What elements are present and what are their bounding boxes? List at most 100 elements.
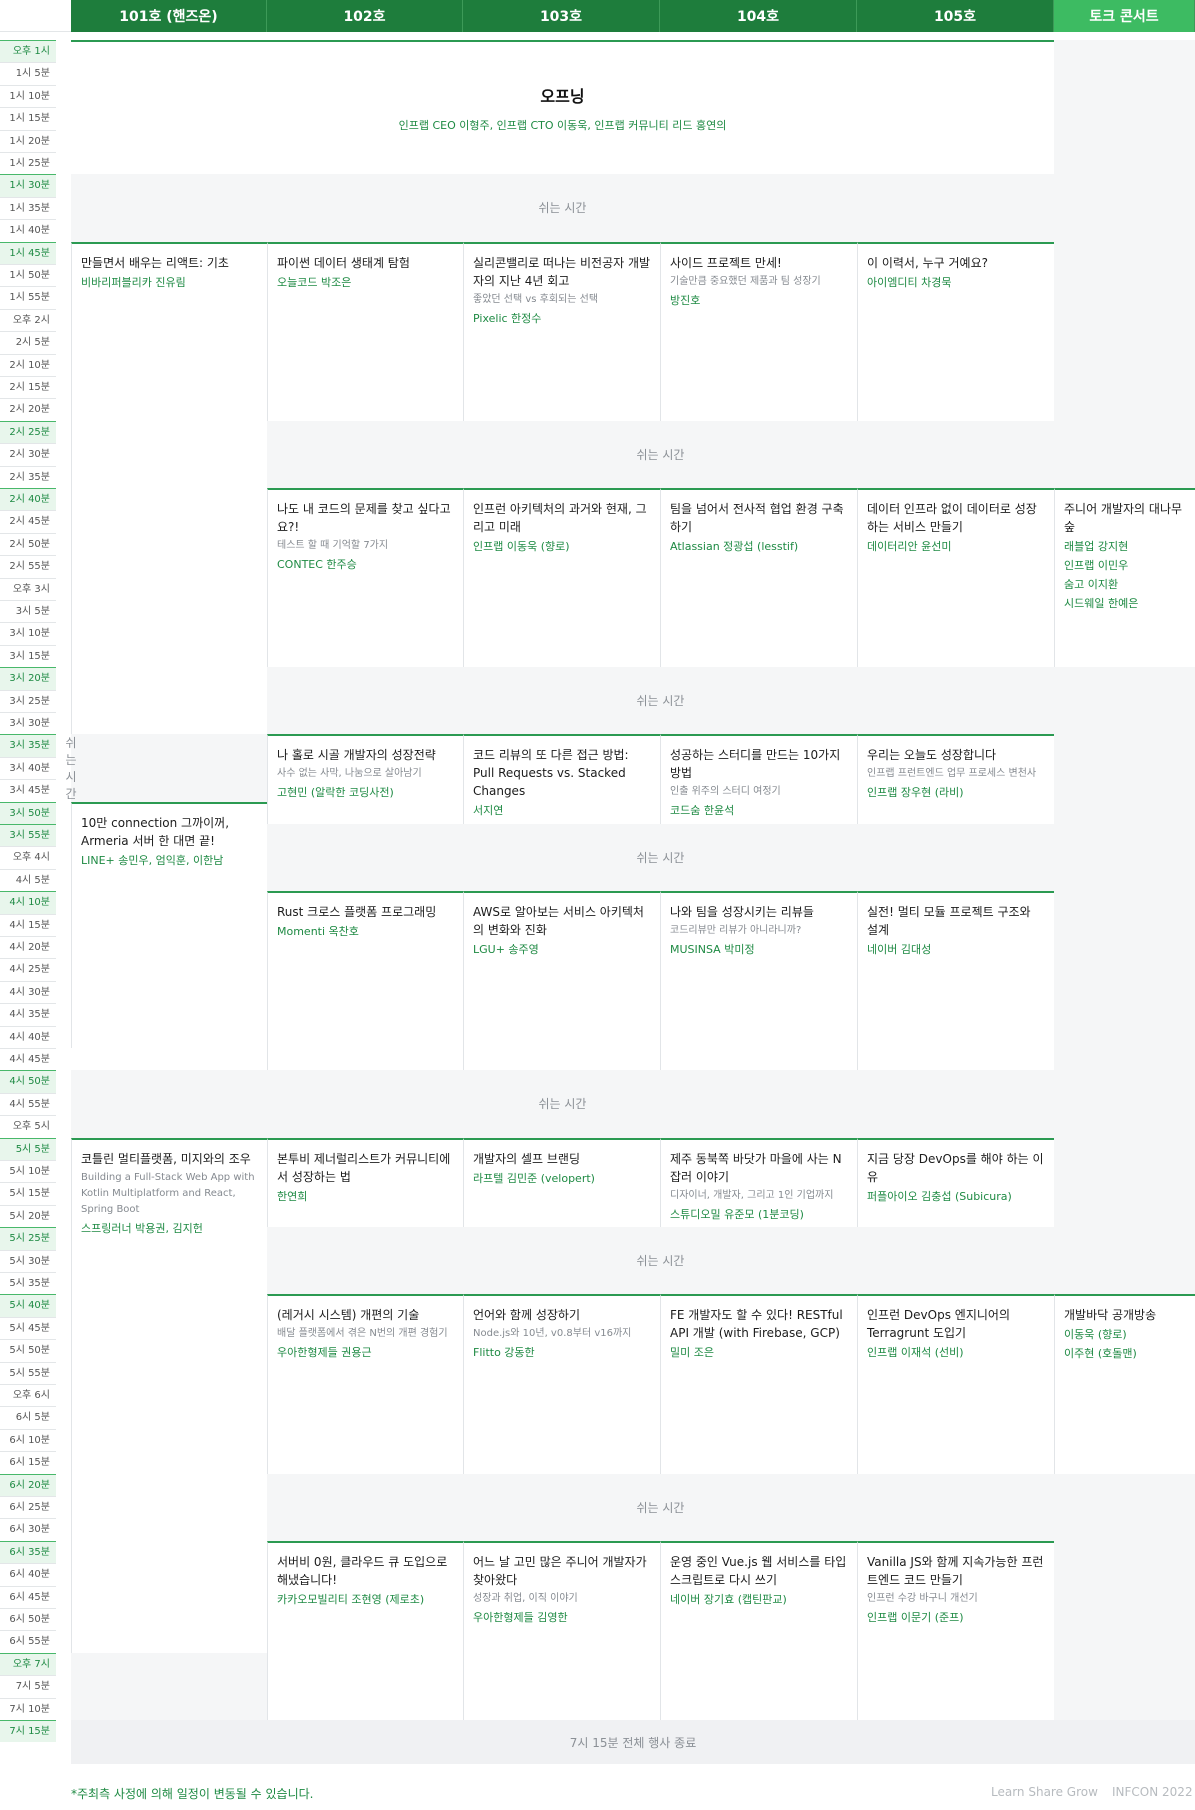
session-speaker: 시드웨일 한예은 (1064, 597, 1139, 610)
session-card[interactable]: 실전! 멀티 모듈 프로젝트 구조와 설계 네이버 김대성 (857, 891, 1054, 1071)
session-card[interactable]: 나 홀로 시골 개발자의 성장전략 사수 없는 사막, 나눔으로 살아남기 고현민 … (267, 734, 463, 824)
session-title: Rust 크로스 플랫폼 프로그래밍 (277, 905, 437, 920)
session-card[interactable]: 주니어 개발자의 대나무숲 래블업 강지현 인프랩 이민우 숨고 이지환 시드웨일 한예… (1054, 488, 1195, 668)
session-card[interactable]: 파이썬 데이터 생태계 탐험 오늘코드 박조은 (267, 241, 463, 421)
time-label: 3시 30분 (0, 712, 56, 734)
time-label: 1시 30분 (0, 174, 56, 197)
session-card[interactable]: (레거시 시스템) 개편의 기술 배달 플랫폼에서 겪은 N번의 개편 경험기 우아… (267, 1294, 463, 1474)
session-card[interactable]: 개발자의 셀프 브랜딩 라프텔 김민준 (velopert) (463, 1137, 660, 1228)
time-label: 6시 15분 (0, 1451, 56, 1473)
time-label: 6시 55분 (0, 1630, 56, 1652)
session-card[interactable]: 언어와 함께 성장하기 Node.js와 10년, v0.8부터 v16까지 Fli… (463, 1294, 660, 1474)
session-card[interactable]: 성공하는 스터디를 만드는 10가지 방법 인출 위주의 스터디 여정기 코드숨 한… (660, 734, 857, 824)
header-corner (0, 0, 71, 32)
session-title: FE 개발자도 할 수 있다! RESTful API 개발 (with Fir… (670, 1308, 843, 1341)
time-label: 4시 30분 (0, 980, 56, 1003)
opening-session[interactable]: 오프닝 인프랩 CEO 이형주, 인프랩 CTO 이동욱, 인프랩 커뮤니티 리… (71, 40, 1054, 173)
break-slot: 쉬는 시간 (267, 1227, 1054, 1295)
time-label: 2시 40분 (0, 488, 56, 511)
session-card[interactable]: 운영 중인 Vue.js 웹 서비스를 타입스크립트로 다시 쓰기 네이버 장기효… (660, 1540, 857, 1720)
time-label: 3시 55분 (0, 824, 56, 847)
session-speaker: Momenti 옥찬호 (277, 925, 359, 939)
time-label: 7시 5분 (0, 1675, 56, 1697)
session-title: 이 이력서, 누구 거예요? (867, 255, 988, 270)
session-title: (레거시 시스템) 개편의 기술 (277, 1308, 420, 1323)
time-label: 3시 20분 (0, 667, 56, 690)
session-card[interactable]: 나와 팀을 성장시키는 리뷰들 코드리뷰만 리뷰가 아니라니까? MUSINSA 박… (660, 891, 857, 1071)
session-title: 지금 당장 DevOps를 해야 하는 이유 (867, 1151, 1044, 1184)
session-title: 나와 팀을 성장시키는 리뷰들 (670, 905, 814, 920)
time-label: 1시 20분 (0, 129, 56, 152)
time-label: 5시 55분 (0, 1361, 56, 1384)
time-label: 오후 5시 (0, 1115, 56, 1137)
time-label: 3시 25분 (0, 689, 56, 712)
session-card[interactable]: 팀을 넘어서 전사적 협업 환경 구축하기 Atlassian 정광섭 (less… (660, 488, 857, 668)
session-title: 코틀린 멀티플랫폼, 미지와의 조우 (81, 1151, 251, 1166)
session-speaker: 이주현 (호돌맨) (1064, 1347, 1137, 1361)
session-card[interactable]: 개발바닥 공개방송이동욱 (향로) 이주현 (호돌맨) (1054, 1294, 1195, 1474)
time-label: 7시 10분 (0, 1697, 56, 1720)
session-card[interactable]: AWS로 알아보는 서비스 아키텍처의 변화와 진화 LGU+ 송주영 (463, 891, 660, 1071)
session-card[interactable]: 나도 내 코드의 문제를 찾고 싶다고요?! 테스트 할 때 기억할 7가지 CON… (267, 488, 463, 668)
session-card[interactable]: 서버비 0원, 클라우드 큐 도입으로 해냈습니다! 카카오모빌리티 조현영 (제… (267, 1540, 463, 1720)
time-label: 6시 30분 (0, 1518, 56, 1540)
session-card[interactable]: Rust 크로스 플랫폼 프로그래밍 Momenti 옥찬호 (267, 891, 463, 1071)
time-label: 3시 5분 (0, 600, 56, 622)
time-label: 7시 15분 (0, 1720, 56, 1743)
break-slot: 쉬는 시간 (267, 824, 1054, 892)
time-label: 오후 1시 (0, 40, 56, 63)
session-title: 개발바닥 공개방송 (1064, 1308, 1157, 1323)
session-card[interactable]: Vanilla JS와 함께 지속가능한 프런트엔드 코드 만들기 인프런 수강 … (857, 1540, 1054, 1720)
time-label: 3시 40분 (0, 756, 56, 779)
session-card[interactable]: 제주 동북쪽 바닷가 마을에 사는 N잡러 이야기 디자이너, 개발자, 그리고 … (660, 1137, 857, 1228)
session-title: 나 홀로 시골 개발자의 성장전략 (277, 748, 436, 763)
session-title: 우리는 오늘도 성장합니다 (867, 748, 997, 763)
session-speaker: MUSINSA 박미정 (670, 943, 755, 957)
session-card[interactable]: 10만 connection 그까이꺼, Armeria 서버 한 대면 끝! L… (71, 801, 267, 1048)
session-card[interactable]: 만들면서 배우는 리액트: 기초 비바리퍼블리카 진유림 (71, 241, 267, 735)
session-speaker: Flitto 강동한 (473, 1346, 535, 1360)
session-card[interactable]: 데이터 인프라 없이 데이터로 성장하는 서비스 만들기 데이터리안 윤선미 (857, 488, 1054, 668)
session-title: 인프런 DevOps 엔지니어의 Terragrunt 도입기 (867, 1308, 1010, 1341)
session-speaker: 오늘코드 박조은 (277, 275, 352, 289)
time-label: 3시 45분 (0, 779, 56, 801)
session-card[interactable]: 우리는 오늘도 성장합니다 인프랩 프런트엔드 업무 프로세스 변천사 인프랩 장우… (857, 734, 1054, 824)
session-title: 어느 날 고민 많은 주니어 개발자가 찾아왔다 (473, 1554, 647, 1587)
session-card[interactable]: 이 이력서, 누구 거예요? 아이엠디티 차경묵 (857, 241, 1054, 421)
session-card[interactable]: 지금 당장 DevOps를 해야 하는 이유퍼플아이오 김충섭 (Subicur… (857, 1137, 1054, 1228)
session-card[interactable]: FE 개발자도 할 수 있다! RESTful API 개발 (with Fir… (660, 1294, 857, 1474)
session-card[interactable]: 본투비 제너럴리스트가 커뮤니티에서 성장하는 법 한연희 (267, 1137, 463, 1228)
session-card[interactable]: 실리콘밸리로 떠나는 비전공자 개발자의 지난 4년 회고 좋았던 선택 vs 후… (463, 241, 660, 421)
time-label: 5시 50분 (0, 1339, 56, 1361)
time-label: 1시 5분 (0, 62, 56, 84)
session-card[interactable]: 코드 리뷰의 또 다른 접근 방법: Pull Requests vs. Sta… (463, 734, 660, 824)
session-card[interactable]: 어느 날 고민 많은 주니어 개발자가 찾아왔다 성장과 취업, 이직 이야기 우아… (463, 1540, 660, 1720)
session-card[interactable]: 코틀린 멀티플랫폼, 미지와의 조우 Building a Full-Stack … (71, 1137, 267, 1653)
footer-event-name: INFCON 2022 (1112, 1785, 1193, 1799)
time-label: 4시 5분 (0, 868, 56, 891)
session-speaker: 방진호 (670, 293, 701, 307)
time-label: 2시 35분 (0, 465, 56, 488)
time-label: 2시 45분 (0, 510, 56, 532)
time-label: 5시 5분 (0, 1137, 56, 1160)
break-slot: 쉬는 시간 (267, 1473, 1054, 1541)
session-speaker: 퍼플아이오 김충섭 (Subicura) (867, 1189, 1012, 1203)
empty-slot (71, 1652, 267, 1720)
session-card[interactable]: 인프런 DevOps 엔지니어의 Terragrunt 도입기 인프랩 이재석 (… (857, 1294, 1054, 1474)
session-speaker: 네이버 장기효 (캡틴판교) (670, 1592, 787, 1606)
empty-slot (1054, 1473, 1195, 1720)
session-speaker: 인프랩 이동욱 (향로) (473, 540, 570, 553)
time-label: 6시 45분 (0, 1585, 56, 1608)
time-label: 2시 10분 (0, 353, 56, 376)
time-label: 4시 45분 (0, 1048, 56, 1070)
time-label: 3시 35분 (0, 734, 56, 757)
time-label: 2시 30분 (0, 443, 56, 465)
session-subtitle: 테스트 할 때 기억할 7가지 (277, 540, 389, 551)
session-card[interactable]: 사이드 프로젝트 만세! 기술만큼 중요했던 제품과 팀 성장기 방진호 (660, 241, 857, 421)
session-speaker: 이동욱 (향로) (1064, 1328, 1127, 1342)
time-label: 2시 20분 (0, 398, 56, 420)
session-card[interactable]: 인프런 아키텍처의 과거와 현재, 그리고 미래 인프랩 이동욱 (향로) (463, 488, 660, 668)
time-label: 6시 50분 (0, 1608, 56, 1630)
time-label: 오후 6시 (0, 1384, 56, 1406)
time-label: 5시 10분 (0, 1160, 56, 1182)
